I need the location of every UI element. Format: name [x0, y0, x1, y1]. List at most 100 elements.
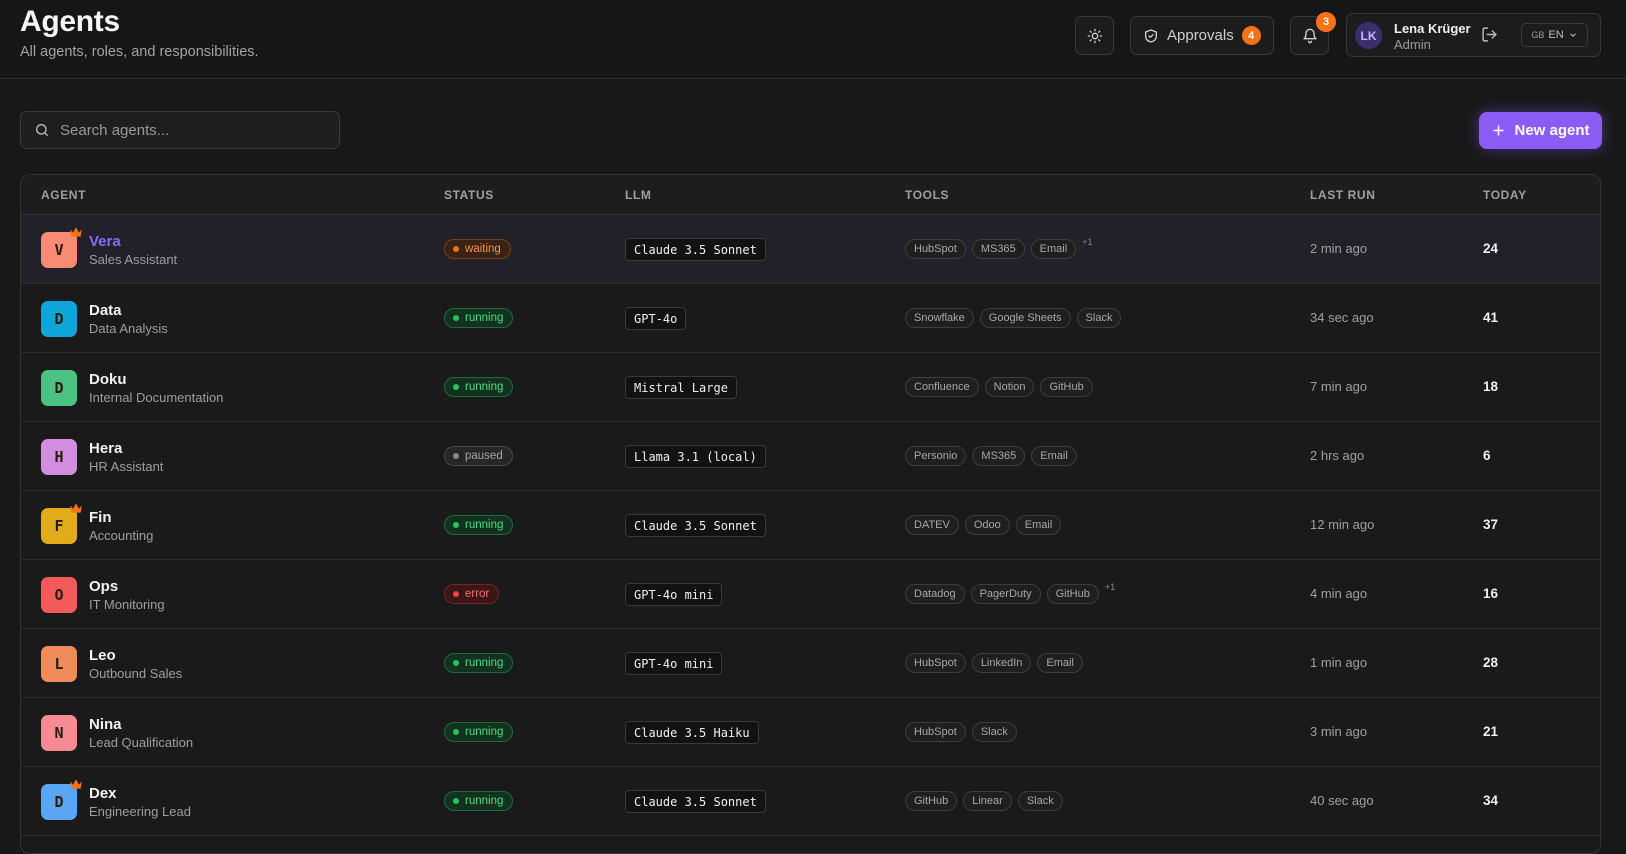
tool-chip: Datadog	[905, 584, 965, 604]
agent-role: Lead Qualification	[89, 735, 194, 750]
flag-icon: GB	[1531, 30, 1545, 40]
table-body: V Vera Sales Assistant waiting Claude 3.5 So…	[21, 215, 1600, 836]
table-row[interactable]: N Nina Lead Qualification running Claude 3.5…	[21, 698, 1600, 767]
status-dot	[453, 315, 459, 321]
tools-list: Snowflake Google Sheets Slack	[905, 308, 1122, 328]
today-count: 6	[1483, 448, 1491, 463]
table-row[interactable]: V Vera Sales Assistant waiting Claude 3.5 So…	[21, 215, 1600, 284]
column-header-agent[interactable]: AGENT	[41, 188, 86, 202]
status-badge: running	[444, 515, 514, 535]
status-label: running	[465, 657, 504, 669]
tool-chip: GitHub	[1040, 377, 1093, 397]
notifications-button[interactable]: 3	[1290, 12, 1336, 55]
new-agent-button[interactable]: New agent	[1479, 112, 1602, 149]
column-header-last-run[interactable]: LAST RUN	[1310, 188, 1375, 202]
today-count: 21	[1483, 724, 1499, 739]
agent-avatar: H	[41, 439, 77, 475]
agent-avatar: N	[41, 715, 77, 751]
agent-name[interactable]: Ops	[89, 578, 118, 595]
tools-list: Personio MS365 Email	[905, 446, 1077, 466]
crown-icon	[69, 501, 83, 519]
approvals-button[interactable]: Approvals 4	[1130, 16, 1274, 55]
tool-chip: GitHub	[1046, 584, 1099, 604]
agent-name[interactable]: Doku	[89, 371, 127, 388]
approvals-label: Approvals	[1167, 27, 1234, 44]
agent-name[interactable]: Leo	[89, 647, 116, 664]
user-name: Lena Krüger	[1394, 21, 1471, 36]
status-label: waiting	[465, 243, 501, 255]
more-tools-count[interactable]: +1	[1082, 237, 1092, 247]
status-badge: paused	[444, 446, 513, 466]
agent-role: Sales Assistant	[89, 252, 178, 267]
column-header-status[interactable]: STATUS	[444, 188, 494, 202]
header: Agents All agents, roles, and responsibi…	[0, 0, 1626, 79]
status-dot	[453, 660, 459, 666]
agent-name[interactable]: Hera	[89, 440, 122, 457]
column-header-tools[interactable]: TOOLS	[905, 188, 949, 202]
user-menu: LK Lena Krüger Admin GB EN	[1346, 13, 1601, 57]
last-run: 7 min ago	[1310, 379, 1368, 394]
tool-chip: HubSpot	[905, 722, 966, 742]
tool-chip: Slack	[1017, 791, 1063, 811]
search-input[interactable]	[60, 121, 330, 139]
status-badge: error	[444, 584, 500, 604]
agent-role: Internal Documentation	[89, 390, 224, 405]
tool-chip: Odoo	[964, 515, 1010, 535]
logout-button[interactable]	[1481, 26, 1498, 48]
status-badge: waiting	[444, 239, 511, 259]
today-count: 37	[1483, 517, 1499, 532]
tool-chip: LinkedIn	[971, 653, 1032, 673]
table-row[interactable]: D Data Data Analysis running GPT-4o Snowflake…	[21, 284, 1600, 353]
agent-name[interactable]: Dex	[89, 785, 117, 802]
tool-chip: DATEV	[905, 515, 959, 535]
tool-chip: PagerDuty	[970, 584, 1041, 604]
search-box	[20, 111, 340, 149]
llm-badge: Claude 3.5 Haiku	[625, 721, 759, 744]
agent-name[interactable]: Fin	[89, 509, 112, 526]
tool-chip: Email	[1037, 653, 1083, 673]
table-row[interactable]: F Fin Accounting running Claude 3.5 Sonnet DA…	[21, 491, 1600, 560]
column-header-llm[interactable]: LLM	[625, 188, 651, 202]
status-label: running	[465, 519, 504, 531]
tool-chip: Confluence	[905, 377, 979, 397]
status-badge: running	[444, 653, 514, 673]
tool-chip: Google Sheets	[979, 308, 1071, 328]
tool-chip: GitHub	[905, 791, 958, 811]
llm-badge: GPT-4o mini	[625, 583, 723, 606]
avatar[interactable]: LK	[1355, 22, 1382, 49]
more-tools-count[interactable]: +1	[1105, 582, 1115, 592]
tools-list: Datadog PagerDuty GitHub +1	[905, 582, 1115, 604]
status-dot	[453, 798, 459, 804]
today-count: 24	[1483, 241, 1499, 256]
tool-chip: HubSpot	[905, 239, 966, 259]
agent-name[interactable]: Vera	[89, 233, 121, 250]
tool-chip: Notion	[984, 377, 1035, 397]
approvals-count-badge: 4	[1241, 26, 1261, 45]
logout-icon	[1482, 27, 1497, 42]
crown-icon	[69, 777, 83, 795]
table-row[interactable]: O Ops IT Monitoring error GPT-4o mini Datadog…	[21, 560, 1600, 629]
table-row[interactable]: D Doku Internal Documentation running Mistra…	[21, 353, 1600, 422]
agent-avatar: L	[41, 646, 77, 682]
notifications-count-badge: 3	[1316, 12, 1336, 32]
language-select[interactable]: GB EN	[1521, 23, 1588, 47]
llm-badge: Claude 3.5 Sonnet	[625, 790, 766, 813]
last-run: 2 hrs ago	[1310, 448, 1365, 463]
table-header: AGENT STATUS LLM TOOLS LAST RUN TODAY	[21, 175, 1600, 215]
theme-toggle-button[interactable]	[1075, 16, 1114, 55]
status-label: running	[465, 312, 504, 324]
today-count: 34	[1483, 793, 1499, 808]
tool-chip: Slack	[971, 722, 1017, 742]
tool-chip: Snowflake	[905, 308, 974, 328]
agent-role: Outbound Sales	[89, 666, 183, 681]
agent-name[interactable]: Nina	[89, 716, 122, 733]
agent-name[interactable]: Data	[89, 302, 122, 319]
agent-role: HR Assistant	[89, 459, 164, 474]
table-row[interactable]: D Dex Engineering Lead running Claude 3.5 So…	[21, 767, 1600, 836]
tool-chip: Email	[1031, 446, 1077, 466]
column-header-today[interactable]: TODAY	[1483, 188, 1527, 202]
page-subtitle: All agents, roles, and responsibilities.	[20, 44, 259, 60]
table-row[interactable]: H Hera HR Assistant paused Llama 3.1 (local)…	[21, 422, 1600, 491]
table-row[interactable]: L Leo Outbound Sales running GPT-4o mini HubS…	[21, 629, 1600, 698]
language-code: EN	[1548, 29, 1564, 41]
